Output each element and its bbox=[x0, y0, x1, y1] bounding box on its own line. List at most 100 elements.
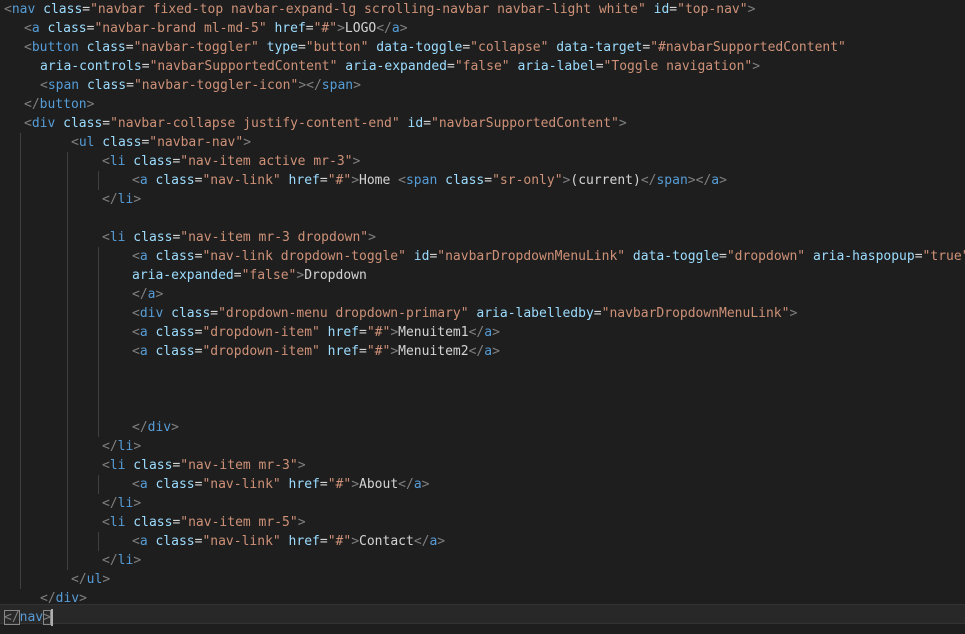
code-token: = bbox=[462, 40, 471, 55]
code-token: > bbox=[752, 59, 761, 74]
code-token: < bbox=[71, 135, 79, 150]
code-token: li bbox=[117, 553, 134, 568]
code-token: class bbox=[147, 344, 195, 359]
code-line[interactable]: </a> bbox=[0, 285, 965, 304]
code-line[interactable]: <span class="navbar-toggler-icon"></span… bbox=[0, 76, 965, 95]
code-line[interactable]: <button class="navbar-toggler" type="but… bbox=[0, 38, 965, 57]
code-line[interactable]: <a class="nav-link" href="#">Home <span … bbox=[0, 171, 965, 190]
code-token: a bbox=[484, 325, 493, 340]
code-token: > bbox=[133, 496, 142, 511]
code-token: class bbox=[147, 173, 195, 188]
indent-guide bbox=[67, 171, 68, 190]
code-line[interactable]: <a class="nav-link" href="#">About</a> bbox=[0, 475, 965, 494]
code-token: "navbar-toggler-icon" bbox=[133, 78, 299, 93]
code-text: <li class="nav-item mr-5"> bbox=[102, 513, 306, 532]
code-token: class bbox=[147, 249, 195, 264]
indent-guide bbox=[20, 133, 21, 152]
code-token: > bbox=[368, 230, 376, 245]
code-text: <a class="nav-link" href="#">About</a> bbox=[132, 475, 429, 494]
code-line[interactable] bbox=[0, 209, 965, 228]
code-token: = bbox=[125, 40, 134, 55]
code-line[interactable]: <a class="dropdown-item" href="#">Menuit… bbox=[0, 342, 965, 361]
code-line[interactable]: <li class="nav-item mr-3 dropdown"> bbox=[0, 228, 965, 247]
code-line[interactable]: <li class="nav-item mr-3"> bbox=[0, 456, 965, 475]
code-line[interactable]: aria-expanded="false">Dropdown bbox=[0, 266, 965, 285]
code-token: class bbox=[125, 154, 173, 169]
code-token: > bbox=[390, 325, 399, 340]
code-token: button bbox=[31, 40, 79, 55]
code-text: <li class="nav-item mr-3 dropdown"> bbox=[102, 228, 376, 247]
code-line[interactable] bbox=[0, 380, 965, 399]
code-token: "Toggle navigation" bbox=[603, 59, 753, 74]
code-line[interactable]: </ul> bbox=[0, 570, 965, 589]
code-token: nav bbox=[11, 2, 36, 17]
indent-guide bbox=[67, 456, 68, 475]
code-token: = bbox=[82, 2, 91, 17]
code-token: = bbox=[359, 344, 367, 359]
code-line[interactable]: </li> bbox=[0, 190, 965, 209]
code-line[interactable]: </nav> bbox=[0, 608, 965, 627]
code-editor[interactable]: <nav class="navbar fixed-top navbar-expa… bbox=[0, 0, 965, 634]
code-token: "top-nav" bbox=[677, 2, 748, 17]
code-token: class bbox=[78, 40, 126, 55]
indent-guide bbox=[67, 228, 68, 247]
code-text: </li> bbox=[102, 494, 141, 513]
code-line[interactable]: <li class="nav-item active mr-3"> bbox=[0, 152, 965, 171]
code-token: Menuitem1 bbox=[398, 325, 469, 340]
code-token: LOGO bbox=[344, 21, 377, 36]
code-line[interactable] bbox=[0, 399, 965, 418]
code-line[interactable]: <ul class="navbar-nav"> bbox=[0, 133, 965, 152]
indent-guide bbox=[20, 437, 21, 456]
code-text: <a class="navbar-brand ml-md-5" href="#"… bbox=[24, 19, 408, 38]
code-token: = bbox=[914, 249, 923, 264]
code-token: data-toggle bbox=[625, 249, 720, 264]
indent-guide bbox=[20, 190, 21, 209]
code-token: = bbox=[297, 40, 306, 55]
code-token: "false" bbox=[454, 59, 510, 74]
code-token: "dropdown" bbox=[726, 249, 806, 264]
code-line[interactable]: <a class="nav-link dropdown-toggle" id="… bbox=[0, 247, 965, 266]
code-token: span bbox=[656, 173, 688, 188]
code-token: a bbox=[139, 534, 148, 549]
code-token: href bbox=[266, 21, 306, 36]
code-line[interactable]: <div class="navbar-collapse justify-cont… bbox=[0, 114, 965, 133]
code-token: = bbox=[102, 116, 111, 131]
code-token: > bbox=[133, 439, 142, 454]
code-token: a bbox=[31, 21, 40, 36]
code-token: nav bbox=[19, 610, 44, 625]
code-line[interactable]: </button> bbox=[0, 95, 965, 114]
code-token: href bbox=[280, 534, 320, 549]
code-token: class bbox=[55, 116, 103, 131]
code-line[interactable] bbox=[0, 361, 965, 380]
code-token: > bbox=[297, 458, 306, 473]
code-token: class bbox=[94, 135, 142, 150]
code-token: > bbox=[352, 154, 361, 169]
code-line[interactable]: </li> bbox=[0, 494, 965, 513]
code-line[interactable]: </div> bbox=[0, 418, 965, 437]
code-line[interactable]: <li class="nav-item mr-5"> bbox=[0, 513, 965, 532]
code-token: span bbox=[405, 173, 438, 188]
code-token: href bbox=[319, 344, 359, 359]
code-token: = bbox=[319, 477, 328, 492]
code-line[interactable]: <a class="dropdown-item" href="#">Menuit… bbox=[0, 323, 965, 342]
code-line[interactable]: aria-controls="navbarSupportedContent" a… bbox=[0, 57, 965, 76]
code-text: <a class="nav-link dropdown-toggle" id="… bbox=[132, 247, 965, 266]
code-line[interactable]: <a class="navbar-brand ml-md-5" href="#"… bbox=[0, 19, 965, 38]
code-line[interactable]: <a class="nav-link" href="#">Contact</a> bbox=[0, 532, 965, 551]
indent-guide bbox=[67, 323, 68, 342]
code-token: About bbox=[359, 477, 399, 492]
code-line[interactable]: <nav class="navbar fixed-top navbar-expa… bbox=[0, 0, 965, 19]
code-token: type bbox=[258, 40, 298, 55]
code-token: </ bbox=[71, 572, 87, 587]
code-token: "#" bbox=[313, 21, 338, 36]
code-line[interactable]: </li> bbox=[0, 551, 965, 570]
code-line[interactable]: <div class="dropdown-menu dropdown-prima… bbox=[0, 304, 965, 323]
indent-guide bbox=[98, 304, 99, 323]
indent-guide bbox=[20, 152, 21, 171]
code-line[interactable]: </div> bbox=[0, 589, 965, 608]
indent-guide bbox=[98, 361, 99, 380]
indent-guide bbox=[98, 532, 99, 551]
code-token: a bbox=[139, 249, 148, 264]
code-line[interactable]: </li> bbox=[0, 437, 965, 456]
code-token: Dropdown bbox=[304, 268, 367, 283]
